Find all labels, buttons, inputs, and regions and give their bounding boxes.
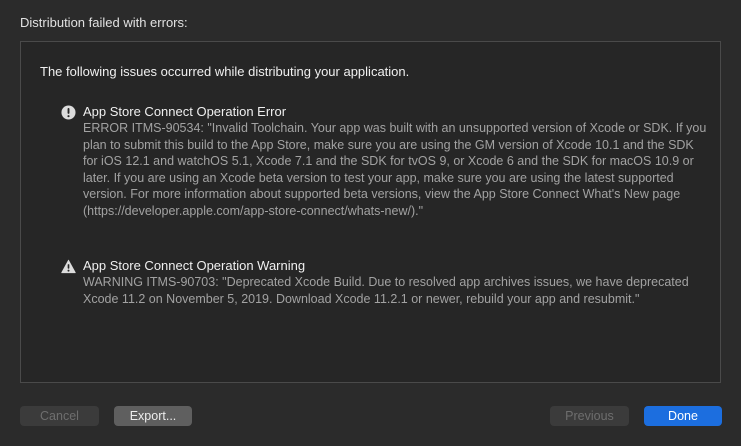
warning-icon bbox=[61, 259, 76, 274]
cancel-button[interactable]: Cancel bbox=[20, 406, 99, 426]
dialog-title: Distribution failed with errors: bbox=[20, 15, 188, 30]
previous-button[interactable]: Previous bbox=[550, 406, 629, 426]
issue-error: App Store Connect Operation Error ERROR … bbox=[61, 104, 711, 219]
warning-title: App Store Connect Operation Warning bbox=[83, 258, 306, 273]
done-button[interactable]: Done bbox=[644, 406, 722, 426]
warning-message: WARNING ITMS-90703: "Deprecated Xcode Bu… bbox=[83, 275, 689, 306]
issue-warning: App Store Connect Operation Warning WARN… bbox=[61, 258, 711, 307]
error-title: App Store Connect Operation Error bbox=[83, 104, 287, 119]
intro-text: The following issues occurred while dist… bbox=[40, 64, 410, 79]
export-button[interactable]: Export... bbox=[114, 406, 192, 426]
error-icon bbox=[61, 105, 76, 120]
error-message: ERROR ITMS-90534: "Invalid Toolchain. Yo… bbox=[83, 121, 707, 218]
issues-panel: The following issues occurred while dist… bbox=[20, 41, 721, 383]
